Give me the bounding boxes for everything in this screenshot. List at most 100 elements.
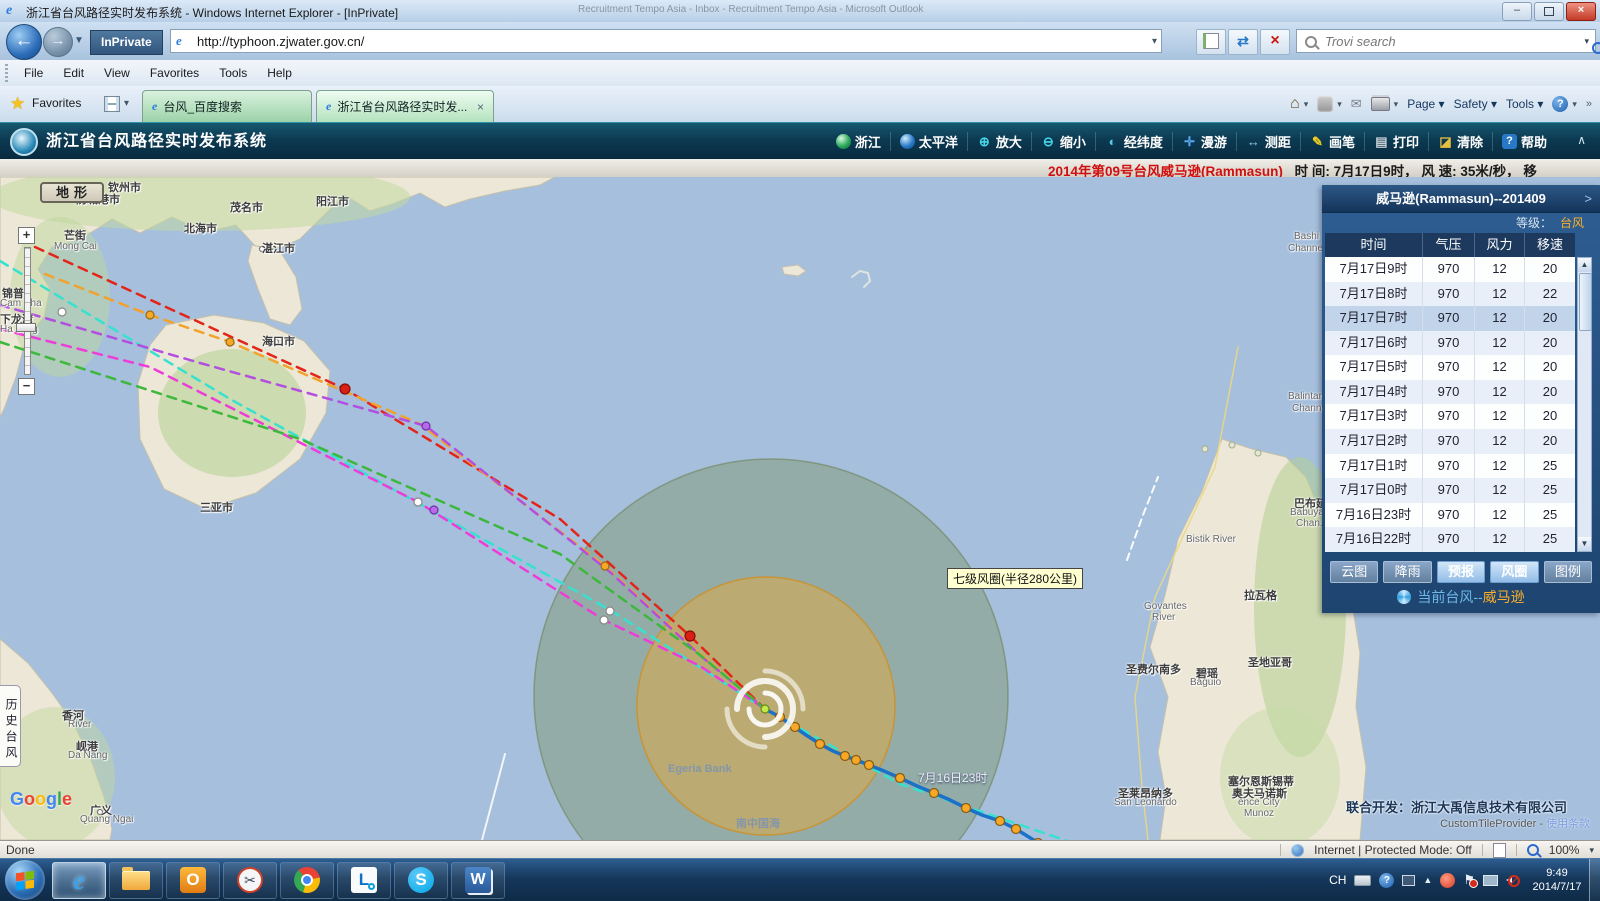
- mail-icon[interactable]: ✉: [1351, 96, 1362, 112]
- panel-expand-icon[interactable]: >: [1584, 185, 1592, 212]
- search-dropdown-icon[interactable]: ▾: [1584, 36, 1589, 47]
- favorites-star-icon[interactable]: ★: [10, 94, 25, 114]
- table-row[interactable]: 7月17日3时9701220: [1325, 404, 1575, 429]
- taskbar-button-explorer[interactable]: [109, 862, 163, 899]
- taskbar-button-ie[interactable]: [52, 862, 106, 899]
- map-zoom-out-button[interactable]: −: [18, 378, 35, 395]
- compatibility-view-button[interactable]: [1196, 29, 1226, 55]
- map-zoom-in-button[interactable]: +: [18, 227, 35, 244]
- table-row[interactable]: 7月17日1时9701225: [1325, 454, 1575, 479]
- refresh-button[interactable]: ⇄: [1228, 29, 1258, 55]
- command-safety[interactable]: Safety ▾: [1454, 97, 1497, 111]
- volume-muted-icon[interactable]: [1506, 874, 1518, 886]
- tool-help[interactable]: 帮助: [1492, 132, 1556, 151]
- overflow-chevron-icon[interactable]: »: [1586, 98, 1592, 110]
- print-dropdown[interactable]: ▾: [1394, 99, 1399, 110]
- stop-button[interactable]: ×: [1260, 29, 1290, 55]
- table-row[interactable]: 7月17日7时9701220: [1325, 306, 1575, 331]
- taskbar-button-word[interactable]: [451, 862, 505, 899]
- scrollbar-thumb[interactable]: [1579, 273, 1592, 331]
- tool-zoom-out[interactable]: 缩小: [1031, 132, 1095, 151]
- compat-page-icon[interactable]: [1493, 843, 1506, 858]
- quick-tabs-dropdown[interactable]: ▾: [124, 98, 129, 109]
- taskbar-button-skype[interactable]: [394, 862, 448, 899]
- help-icon[interactable]: ?: [1552, 96, 1568, 112]
- table-scrollbar[interactable]: ▲ ▼: [1577, 257, 1592, 552]
- table-row[interactable]: 7月17日0时9701225: [1325, 478, 1575, 503]
- start-button[interactable]: [5, 860, 45, 900]
- map-zoom-slider[interactable]: [24, 247, 31, 375]
- tool-pen[interactable]: 画笔: [1300, 132, 1364, 151]
- taskbar-button-snipping[interactable]: [223, 862, 277, 899]
- command-page[interactable]: Page ▾: [1407, 97, 1444, 111]
- layer-tab-云图[interactable]: 云图: [1330, 561, 1378, 583]
- keyboard-icon[interactable]: [1354, 875, 1371, 886]
- favorites-label[interactable]: Favorites: [32, 96, 81, 110]
- map-zoom-slider-handle[interactable]: [16, 323, 36, 332]
- taskbar-button-chrome[interactable]: [280, 862, 334, 899]
- zoom-dropdown-icon[interactable]: ▾: [1589, 845, 1594, 856]
- tool-clear[interactable]: 清除: [1428, 132, 1492, 151]
- rss-dropdown[interactable]: ▾: [1337, 99, 1342, 110]
- help-dropdown[interactable]: ▾: [1572, 99, 1577, 110]
- taskbar-button-outlook[interactable]: [166, 862, 220, 899]
- quick-tabs-icon[interactable]: [104, 96, 120, 112]
- layer-tab-预报[interactable]: 预报: [1437, 561, 1485, 583]
- taskbar-button-lync[interactable]: [337, 862, 391, 899]
- maximize-button[interactable]: [1534, 2, 1564, 21]
- table-row[interactable]: 7月17日2时9701220: [1325, 429, 1575, 454]
- address-dropdown-icon[interactable]: ▾: [1152, 36, 1157, 47]
- menu-edit[interactable]: Edit: [53, 60, 94, 86]
- table-row[interactable]: 7月16日22时9701225: [1325, 527, 1575, 552]
- current-typhoon-name[interactable]: 威马逊: [1483, 589, 1525, 605]
- tab-close-icon[interactable]: ×: [477, 100, 484, 114]
- tool-measure[interactable]: 测距: [1236, 132, 1300, 151]
- action-center-icon[interactable]: ⚑: [1463, 872, 1475, 888]
- forward-button[interactable]: →: [43, 27, 73, 57]
- table-row[interactable]: 7月17日9时9701220: [1325, 257, 1575, 282]
- language-indicator[interactable]: CH: [1329, 873, 1346, 887]
- tool-zhejiang[interactable]: 浙江: [827, 132, 890, 151]
- tray-help-icon[interactable]: ?: [1379, 873, 1394, 888]
- tab-baidu-search[interactable]: e 台风_百度搜索: [142, 90, 312, 122]
- table-row[interactable]: 7月17日6时9701220: [1325, 331, 1575, 356]
- tab-typhoon-site[interactable]: e 浙江省台风路径实时发... ×: [316, 90, 494, 122]
- address-input[interactable]: e http://typhoon.zjwater.gov.cn/ ▾: [170, 29, 1162, 53]
- scroll-up-icon[interactable]: ▲: [1578, 258, 1591, 272]
- table-row[interactable]: 7月16日23时9701225: [1325, 503, 1575, 528]
- layer-tab-风圈[interactable]: 风圈: [1490, 561, 1538, 583]
- table-row[interactable]: 7月17日5时9701220: [1325, 355, 1575, 380]
- terrain-toggle-button[interactable]: 地形: [40, 182, 104, 203]
- command-tools[interactable]: Tools ▾: [1506, 97, 1543, 111]
- minimize-button[interactable]: –: [1502, 2, 1532, 21]
- tool-latlon[interactable]: 经纬度: [1095, 132, 1172, 151]
- tool-pan[interactable]: 漫游: [1172, 132, 1236, 151]
- layer-tab-降雨[interactable]: 降雨: [1383, 561, 1431, 583]
- close-button[interactable]: ×: [1566, 2, 1596, 21]
- terms-link[interactable]: 使用条款: [1546, 818, 1590, 830]
- menu-file[interactable]: File: [14, 60, 53, 86]
- hidden-icons-chevron[interactable]: ▲: [1423, 875, 1432, 885]
- layer-tab-图例[interactable]: 图例: [1544, 561, 1592, 583]
- home-icon[interactable]: ⌂: [1290, 95, 1300, 113]
- tool-zoom-in[interactable]: 放大: [967, 132, 1031, 151]
- search-go-icon[interactable]: [1592, 42, 1600, 54]
- history-typhoon-tab[interactable]: 历史台风: [0, 685, 21, 767]
- zoom-level[interactable]: 100%: [1549, 843, 1580, 857]
- menu-favorites[interactable]: Favorites: [140, 60, 209, 86]
- sync-tray-icon[interactable]: [1440, 873, 1455, 888]
- menu-tools[interactable]: Tools: [209, 60, 257, 86]
- tool-print[interactable]: 打印: [1364, 132, 1428, 151]
- menu-help[interactable]: Help: [257, 60, 302, 86]
- network-icon[interactable]: [1483, 875, 1498, 886]
- tool-pacific[interactable]: 太平洋: [890, 132, 967, 151]
- menu-view[interactable]: View: [94, 60, 140, 86]
- recent-pages-dropdown[interactable]: ▼: [74, 35, 84, 46]
- zoom-magnifier-icon[interactable]: [1527, 844, 1539, 856]
- print-icon[interactable]: [1371, 97, 1390, 111]
- rss-icon[interactable]: [1317, 96, 1333, 112]
- table-row[interactable]: 7月17日8时9701222: [1325, 282, 1575, 307]
- clock[interactable]: 9:49 2014/7/17: [1526, 866, 1588, 895]
- collapse-toolbar-icon[interactable]: ∧: [1577, 133, 1586, 147]
- show-desktop-button[interactable]: [1589, 859, 1600, 901]
